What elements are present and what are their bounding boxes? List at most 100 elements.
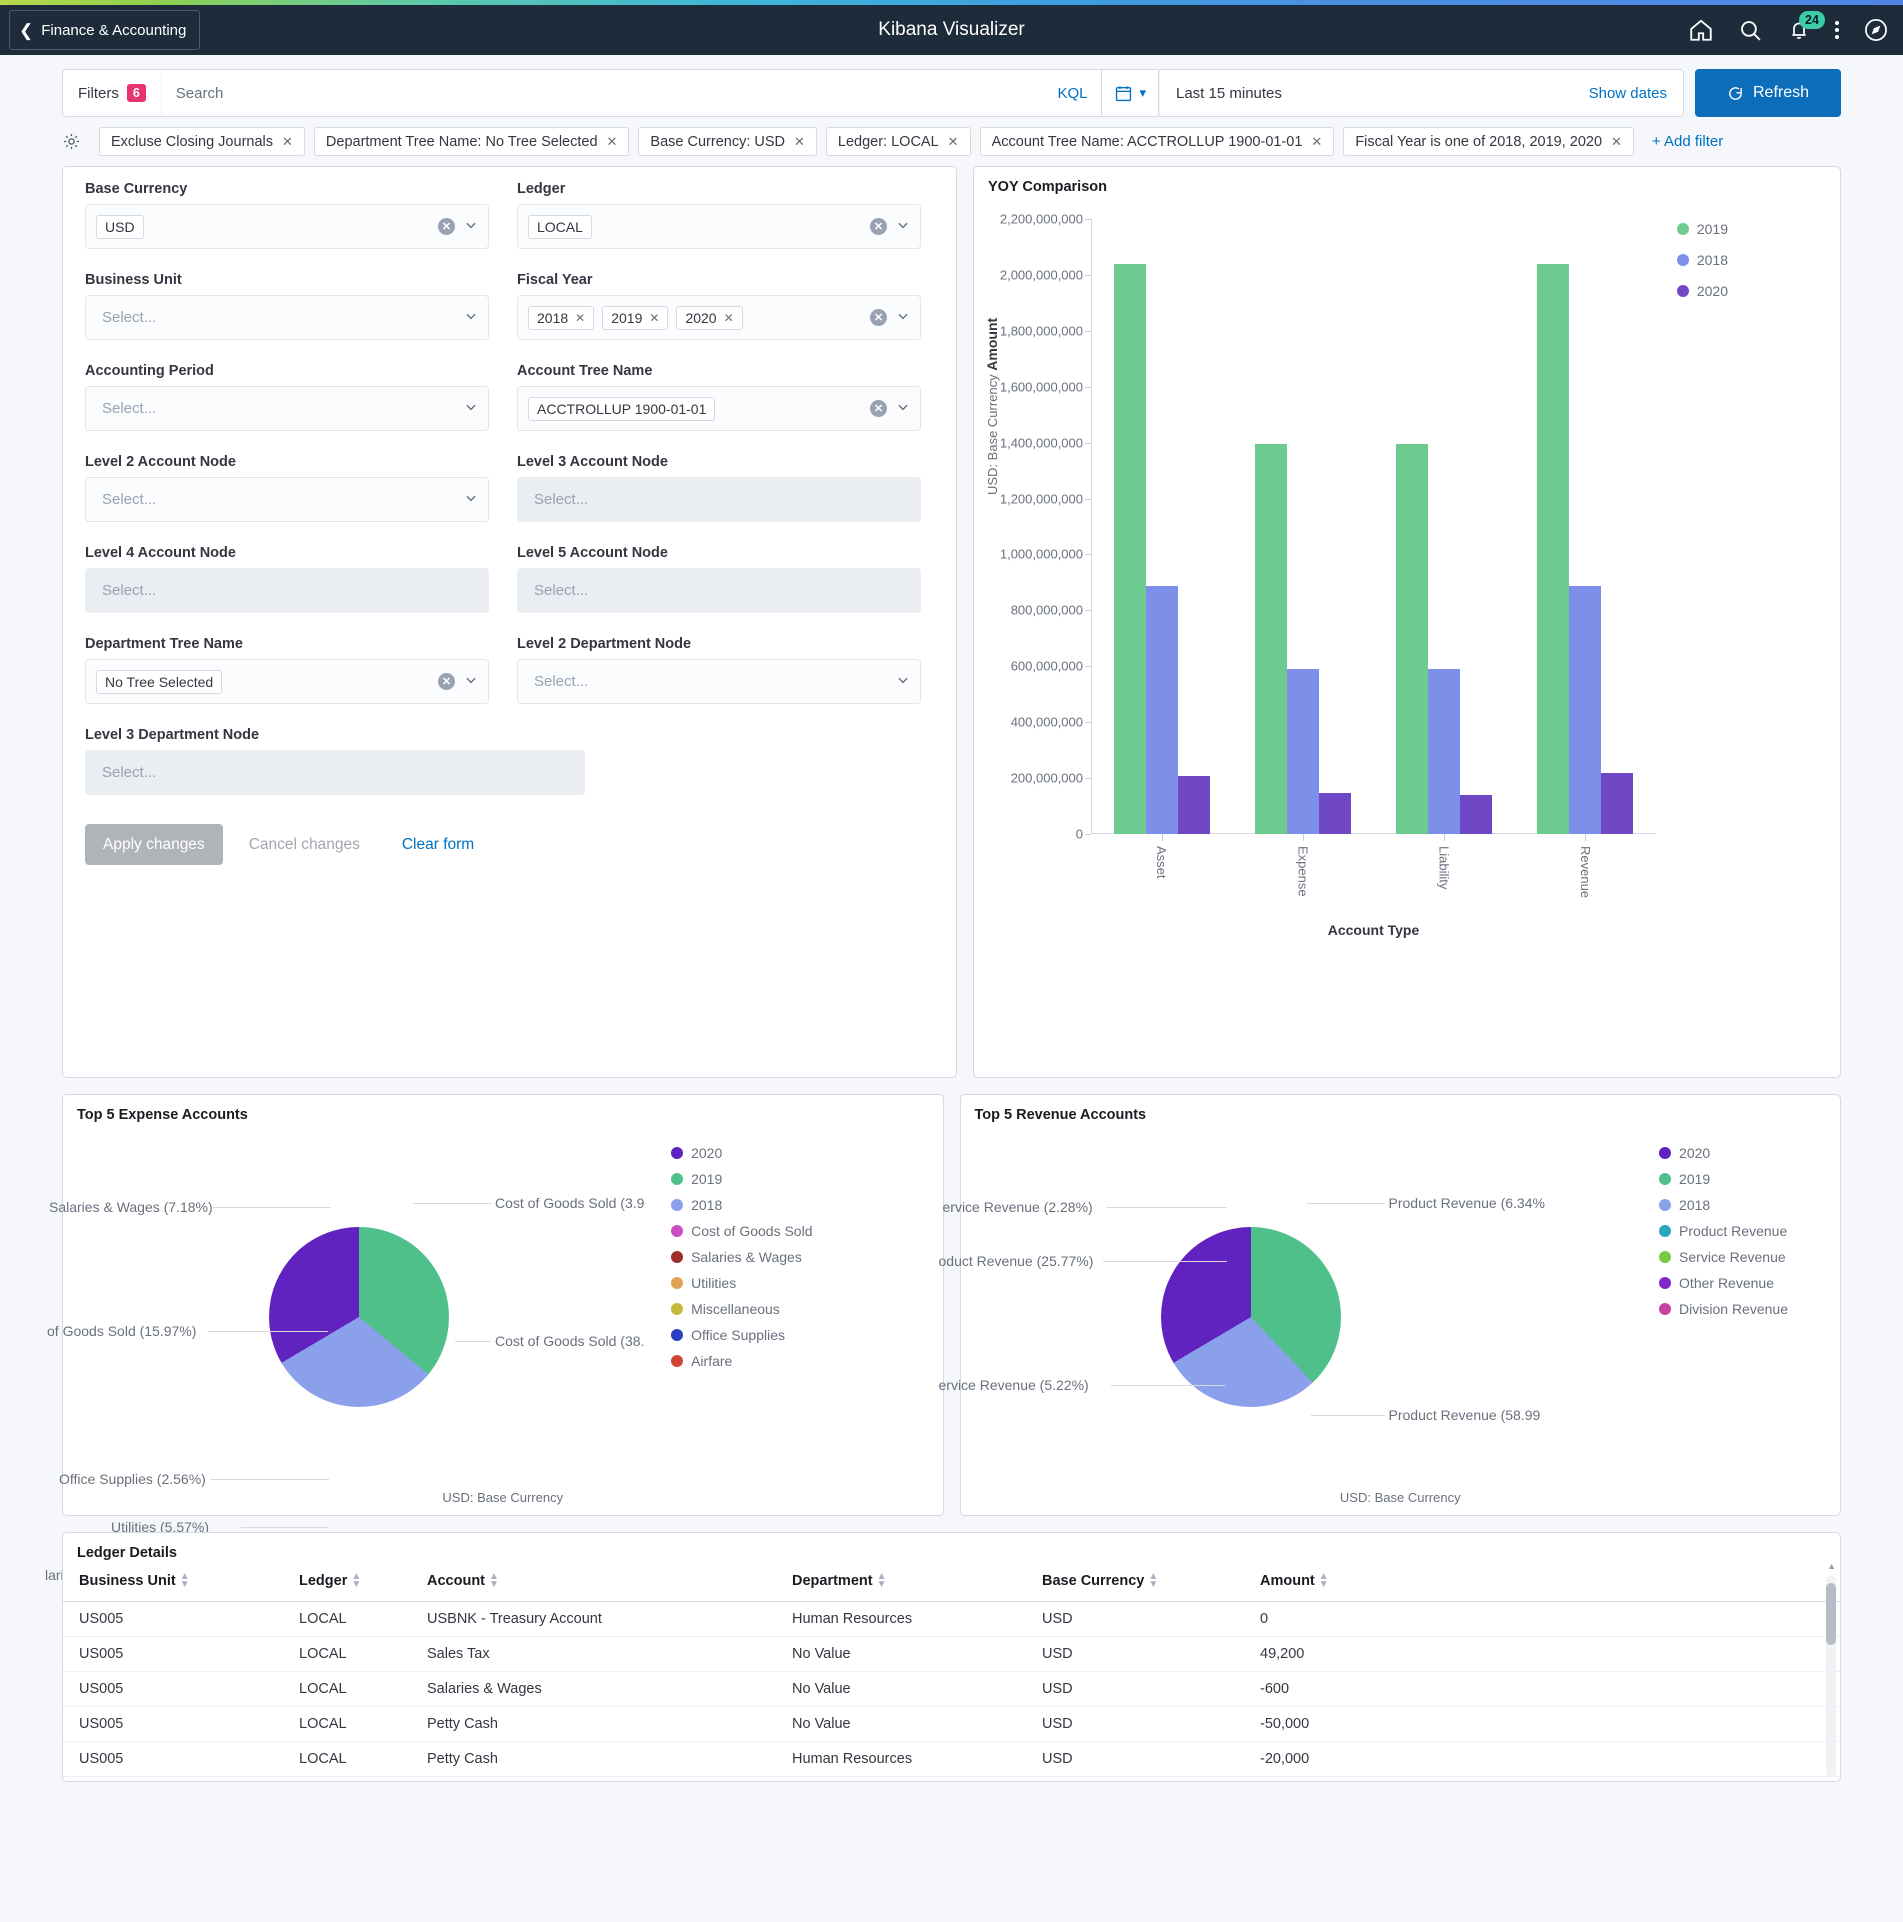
chevron-down-icon[interactable] bbox=[896, 673, 910, 690]
filter-pill-4[interactable]: Account Tree Name: ACCTROLLUP 1900-01-01… bbox=[979, 127, 1335, 156]
kebab-menu-icon[interactable] bbox=[1835, 21, 1839, 39]
bar-Liability-2018[interactable] bbox=[1428, 668, 1461, 834]
legend-item-division-revenue[interactable]: Division Revenue bbox=[1659, 1301, 1788, 1317]
bar-Liability-2019[interactable] bbox=[1396, 444, 1429, 834]
clear-selection-icon[interactable]: ✕ bbox=[438, 673, 455, 690]
home-icon[interactable] bbox=[1688, 17, 1714, 43]
bar-Expense-2020[interactable] bbox=[1318, 792, 1351, 834]
bar-Expense-2018[interactable] bbox=[1286, 668, 1319, 834]
combo-box[interactable]: Select... bbox=[85, 477, 489, 522]
table-scrollbar-thumb[interactable] bbox=[1826, 1583, 1836, 1645]
legend-item-utilities[interactable]: Utilities bbox=[671, 1275, 812, 1291]
sort-arrows-icon[interactable]: ▲ ▼ bbox=[1148, 1572, 1158, 1590]
chevron-down-icon[interactable] bbox=[896, 218, 910, 235]
time-range-box[interactable]: Last 15 minutes Show dates bbox=[1159, 69, 1684, 117]
token[interactable]: 2018 ✕ bbox=[528, 305, 595, 330]
legend-item-product-revenue[interactable]: Product Revenue bbox=[1659, 1223, 1788, 1239]
table-header-base-currency[interactable]: Base Currency ▲ ▼ bbox=[1026, 1561, 1244, 1603]
legend-item-2018[interactable]: 2018 bbox=[1676, 252, 1728, 268]
legend-item-2019[interactable]: 2019 bbox=[1659, 1171, 1788, 1187]
legend-item-2020[interactable]: 2020 bbox=[1659, 1145, 1788, 1161]
search-box[interactable]: KQL bbox=[160, 69, 1103, 117]
gear-icon[interactable] bbox=[62, 132, 81, 151]
cancel-changes-button[interactable]: Cancel changes bbox=[233, 836, 376, 854]
filter-pill-0[interactable]: Excluse Closing Journals ✕ bbox=[99, 127, 305, 156]
combo-box[interactable]: Select... bbox=[85, 295, 489, 340]
bar-Liability-2020[interactable] bbox=[1460, 795, 1493, 834]
close-icon[interactable]: ✕ bbox=[607, 134, 618, 150]
compass-icon[interactable] bbox=[1863, 17, 1889, 43]
table-header-business-unit[interactable]: Business Unit ▲ ▼ bbox=[63, 1561, 283, 1603]
close-icon[interactable]: ✕ bbox=[794, 134, 805, 150]
combo-box[interactable]: USD ✕ bbox=[85, 204, 489, 249]
close-icon[interactable]: ✕ bbox=[282, 134, 293, 150]
legend-item-cost-of-goods-sold[interactable]: Cost of Goods Sold bbox=[671, 1223, 813, 1239]
legend-item-airfare[interactable]: Airfare bbox=[671, 1353, 812, 1369]
legend-item-miscellaneous[interactable]: Miscellaneous bbox=[671, 1301, 812, 1317]
back-to-finance-accounting-button[interactable]: ❮ Finance & Accounting bbox=[9, 10, 201, 50]
table-header-department[interactable]: Department ▲ ▼ bbox=[776, 1561, 1026, 1603]
clear-selection-icon[interactable]: ✕ bbox=[870, 309, 887, 326]
chevron-down-icon[interactable] bbox=[464, 491, 478, 508]
bell-icon[interactable]: 24 bbox=[1787, 11, 1825, 42]
token[interactable]: 2020 ✕ bbox=[676, 305, 743, 330]
bar-Expense-2019[interactable] bbox=[1254, 444, 1287, 834]
clear-selection-icon[interactable]: ✕ bbox=[870, 400, 887, 417]
date-quick-select-button[interactable]: ▾ bbox=[1102, 69, 1159, 117]
sort-arrows-icon[interactable]: ▲ ▼ bbox=[1319, 1572, 1329, 1590]
table-row[interactable]: US005 LOCAL Salaries & Wages No Value USD -60… bbox=[63, 1671, 1840, 1708]
filter-pill-5[interactable]: Fiscal Year is one of 2018, 2019, 2020 ✕ bbox=[1343, 127, 1634, 156]
pie-inner-ring[interactable] bbox=[269, 1227, 449, 1407]
bar-Asset-2018[interactable] bbox=[1145, 586, 1178, 834]
close-icon[interactable]: ✕ bbox=[1611, 134, 1622, 150]
filters-button[interactable]: Filters 6 bbox=[62, 69, 161, 117]
legend-item-service-revenue[interactable]: Service Revenue bbox=[1659, 1249, 1788, 1265]
combo-box[interactable]: No Tree Selected ✕ bbox=[85, 659, 489, 704]
table-scrollbar[interactable] bbox=[1826, 1575, 1836, 1777]
table-row[interactable]: US005LOCALPetty CashBenefitsUSD-50,000 bbox=[63, 1776, 1840, 1781]
table-row[interactable]: US005 LOCAL Petty Cash Human Resources USD -2… bbox=[63, 1741, 1840, 1778]
search-icon[interactable] bbox=[1738, 18, 1763, 43]
token[interactable]: USD bbox=[96, 214, 144, 239]
kql-language-button[interactable]: KQL bbox=[1057, 85, 1087, 102]
add-filter-button[interactable]: + Add filter bbox=[1652, 133, 1723, 150]
combo-box[interactable]: ACCTROLLUP 1900-01-01 ✕ bbox=[517, 386, 921, 431]
pie-inner-ring[interactable] bbox=[1160, 1227, 1341, 1407]
chevron-down-icon[interactable] bbox=[464, 673, 478, 690]
token[interactable]: No Tree Selected bbox=[96, 669, 223, 694]
clear-form-button[interactable]: Clear form bbox=[386, 836, 490, 854]
apply-changes-button[interactable]: Apply changes bbox=[85, 824, 223, 865]
combo-box[interactable]: Select... bbox=[517, 659, 921, 704]
sort-arrows-icon[interactable]: ▲ ▼ bbox=[877, 1572, 887, 1590]
bar-Revenue-2019[interactable] bbox=[1537, 263, 1570, 834]
legend-item-2019[interactable]: 2019 bbox=[1676, 221, 1728, 237]
show-dates-button[interactable]: Show dates bbox=[1589, 85, 1667, 102]
legend-item-2019[interactable]: 2019 bbox=[671, 1171, 812, 1187]
chevron-down-icon[interactable] bbox=[896, 400, 910, 417]
chevron-down-icon[interactable] bbox=[464, 400, 478, 417]
filter-pill-1[interactable]: Department Tree Name: No Tree Selected ✕ bbox=[313, 127, 630, 156]
token[interactable]: LOCAL bbox=[528, 214, 592, 239]
table-row[interactable]: US005 LOCAL Sales Tax No Value USD 49,200 bbox=[63, 1636, 1840, 1673]
scroll-up-arrow-icon[interactable]: ▲ bbox=[1827, 1561, 1836, 1571]
legend-item-2020[interactable]: 2020 bbox=[1676, 283, 1728, 299]
bar-Revenue-2020[interactable] bbox=[1601, 772, 1634, 834]
legend-item-salaries-wages[interactable]: Salaries & Wages bbox=[671, 1249, 812, 1265]
filter-pill-3[interactable]: Ledger: LOCAL ✕ bbox=[825, 127, 971, 156]
table-header-amount[interactable]: Amount ▲ ▼ bbox=[1244, 1561, 1840, 1603]
combo-box[interactable]: 2018 ✕ 2019 ✕ 2020 ✕ ✕ bbox=[517, 295, 921, 340]
token[interactable]: ACCTROLLUP 1900-01-01 bbox=[528, 396, 716, 421]
sort-arrows-icon[interactable]: ▲ ▼ bbox=[180, 1572, 190, 1590]
legend-item-other-revenue[interactable]: Other Revenue bbox=[1659, 1275, 1788, 1291]
sort-arrows-icon[interactable]: ▲ ▼ bbox=[489, 1572, 499, 1590]
close-icon[interactable]: ✕ bbox=[575, 311, 585, 325]
sort-arrows-icon[interactable]: ▲ ▼ bbox=[351, 1572, 361, 1590]
combo-box[interactable]: LOCAL ✕ bbox=[517, 204, 921, 249]
clear-selection-icon[interactable]: ✕ bbox=[438, 218, 455, 235]
close-icon[interactable]: ✕ bbox=[948, 134, 959, 150]
legend-item-2020[interactable]: 2020 bbox=[671, 1145, 812, 1161]
refresh-button[interactable]: Refresh bbox=[1695, 69, 1841, 117]
token[interactable]: 2019 ✕ bbox=[602, 305, 669, 330]
chevron-down-icon[interactable] bbox=[464, 218, 478, 235]
table-header-account[interactable]: Account ▲ ▼ bbox=[411, 1561, 776, 1603]
